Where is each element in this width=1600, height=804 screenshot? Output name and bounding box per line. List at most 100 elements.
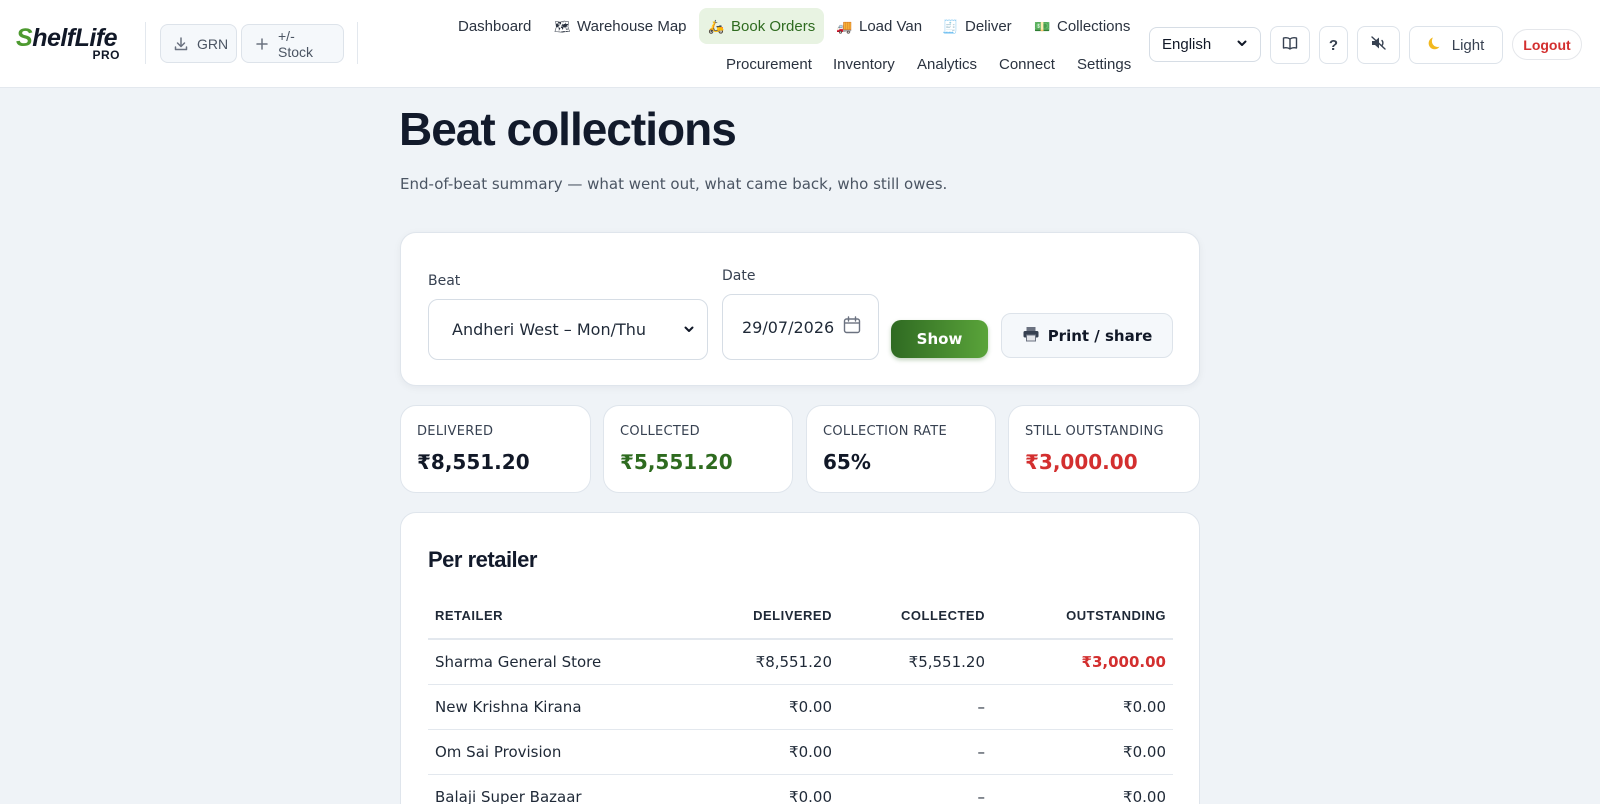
- stat-value: 65%: [823, 450, 871, 474]
- outstanding-cell: ₹0.00: [992, 774, 1173, 804]
- nav-dashboard[interactable]: Dashboard: [449, 8, 540, 44]
- speaker-icon: [1370, 35, 1388, 55]
- nav-warehouse-map[interactable]: 🗺 Warehouse Map: [545, 8, 696, 44]
- theme-toggle-button[interactable]: Light: [1409, 26, 1503, 64]
- nav-book-orders[interactable]: 🛵 Book Orders: [699, 8, 825, 44]
- help-button[interactable]: ?: [1319, 26, 1348, 64]
- grn-button-label: GRN: [197, 35, 229, 52]
- column-header-collected[interactable]: COLLECTED: [839, 593, 992, 640]
- table-row[interactable]: Sharma General Store ₹8,551.20 ₹5,551.20…: [428, 639, 1173, 685]
- stat-value: ₹5,551.20: [620, 450, 733, 474]
- shelflife-logo[interactable]: ShelfLife PRO: [16, 24, 120, 64]
- delivered-cell: ₹0.00: [686, 684, 839, 730]
- collected-cell: –: [839, 684, 992, 730]
- nav-warehouse-map-label: Warehouse Map: [577, 17, 687, 35]
- print-share-label: Print / share: [1047, 326, 1153, 345]
- truck-icon: 🚚: [836, 18, 853, 34]
- chevron-down-icon: [1236, 36, 1248, 53]
- outstanding-cell: ₹0.00: [992, 684, 1173, 730]
- nav-inventory[interactable]: Inventory: [824, 46, 904, 82]
- retailer-cell: Om Sai Provision: [428, 729, 686, 775]
- nav-analytics[interactable]: Analytics: [908, 46, 986, 82]
- stat-label: STILL OUTSTANDING: [1025, 424, 1164, 439]
- logo-tagline: PRO: [92, 48, 120, 62]
- nav-connect[interactable]: Connect: [990, 46, 1064, 82]
- show-button[interactable]: Show: [891, 320, 988, 358]
- print-share-button[interactable]: Print / share: [1001, 313, 1173, 358]
- plus-icon: [254, 36, 270, 52]
- nav-load-van[interactable]: 🚚 Load Van: [827, 8, 931, 44]
- nav-inventory-label: Inventory: [833, 55, 895, 73]
- page-subtitle: End-of-beat summary — what went out, wha…: [400, 175, 948, 193]
- money-icon: 💵: [1034, 18, 1051, 34]
- book-icon: [1282, 36, 1298, 54]
- per-retailer-title: Per retailer: [428, 547, 537, 572]
- outstanding-cell: ₹0.00: [992, 729, 1173, 775]
- printer-icon: [1022, 326, 1040, 346]
- column-header-retailer[interactable]: RETAILER: [428, 593, 686, 640]
- receipt-icon: 🧾: [942, 18, 959, 34]
- stat-card-collected: COLLECTED ₹5,551.20: [603, 405, 793, 493]
- nav-settings[interactable]: Settings: [1068, 46, 1140, 82]
- language-select-value: English: [1162, 36, 1212, 53]
- nav-load-van-label: Load Van: [859, 17, 923, 35]
- logout-button[interactable]: Logout: [1512, 29, 1582, 60]
- theme-toggle-label: Light: [1451, 36, 1485, 54]
- collected-cell: ₹5,551.20: [839, 639, 992, 685]
- nav-dashboard-label: Dashboard: [458, 17, 532, 35]
- grn-button[interactable]: GRN: [160, 24, 237, 63]
- outstanding-cell: ₹3,000.00: [992, 639, 1173, 685]
- collected-cell: –: [839, 729, 992, 775]
- logout-label: Logout: [1523, 36, 1571, 53]
- table-header-row: RETAILER DELIVERED COLLECTED OUTSTANDING: [428, 593, 1173, 640]
- stat-label: COLLECTED: [620, 424, 700, 439]
- nav-procurement[interactable]: Procurement: [717, 46, 821, 82]
- page-title: Beat collections: [399, 103, 737, 155]
- retailer-cell: Balaji Super Bazaar: [428, 774, 686, 804]
- column-header-delivered[interactable]: DELIVERED: [686, 593, 839, 640]
- nav-deliver[interactable]: 🧾 Deliver: [933, 8, 1021, 44]
- adjust-stock-button[interactable]: +/- Stock: [241, 24, 344, 63]
- collected-cell: –: [839, 774, 992, 804]
- beat-select-value: Andheri West – Mon/Thu: [452, 320, 647, 339]
- sound-toggle-button[interactable]: [1357, 26, 1400, 64]
- per-retailer-table: RETAILER DELIVERED COLLECTED OUTSTANDING…: [428, 593, 1173, 804]
- beat-field-label: Beat: [428, 273, 461, 289]
- filter-card: Beat Andheri West – Mon/Thu Date 29/07/2…: [400, 232, 1200, 386]
- table-row[interactable]: Balaji Super Bazaar ₹0.00 – ₹0.00: [428, 774, 1173, 804]
- map-icon: 🗺: [554, 18, 571, 34]
- calendar-icon[interactable]: [842, 315, 862, 339]
- scooter-icon: 🛵: [708, 18, 725, 34]
- delivered-cell: ₹0.00: [686, 774, 839, 804]
- stat-value: ₹8,551.20: [417, 450, 530, 474]
- nav-deliver-label: Deliver: [965, 17, 1012, 35]
- stat-card-delivered: DELIVERED ₹8,551.20: [400, 405, 591, 493]
- delivered-cell: ₹8,551.20: [686, 639, 839, 685]
- date-input[interactable]: 29/07/2026: [722, 294, 879, 360]
- top-header: ShelfLife PRO GRN +/- Stock Dashboard 🗺 …: [0, 0, 1600, 88]
- language-select[interactable]: English: [1149, 27, 1261, 62]
- nav-connect-label: Connect: [999, 55, 1055, 73]
- date-field-label: Date: [722, 268, 756, 284]
- retailer-cell: New Krishna Kirana: [428, 684, 686, 730]
- nav-collections[interactable]: 💵 Collections: [1025, 8, 1139, 44]
- date-input-value: 29/07/2026: [742, 317, 835, 337]
- show-button-label: Show: [916, 330, 963, 348]
- nav-settings-label: Settings: [1077, 55, 1132, 73]
- manual-button[interactable]: [1270, 26, 1310, 64]
- nav-book-orders-label: Book Orders: [731, 17, 816, 35]
- column-header-outstanding[interactable]: OUTSTANDING: [992, 593, 1173, 640]
- help-icon: ?: [1328, 36, 1339, 54]
- per-retailer-card: Per retailer RETAILER DELIVERED COLLECTE…: [400, 512, 1200, 804]
- nav-procurement-label: Procurement: [726, 55, 812, 73]
- table-row[interactable]: Om Sai Provision ₹0.00 – ₹0.00: [428, 729, 1173, 775]
- header-divider: [357, 22, 358, 64]
- adjust-stock-label: +/- Stock: [278, 27, 314, 60]
- stat-card-still-outstanding: STILL OUTSTANDING ₹3,000.00: [1008, 405, 1200, 493]
- download-icon: [173, 36, 189, 52]
- table-row[interactable]: New Krishna Kirana ₹0.00 – ₹0.00: [428, 684, 1173, 730]
- delivered-cell: ₹0.00: [686, 729, 839, 775]
- beat-select[interactable]: Andheri West – Mon/Thu: [428, 299, 708, 360]
- stat-label: DELIVERED: [417, 424, 494, 439]
- nav-collections-label: Collections: [1057, 17, 1131, 35]
